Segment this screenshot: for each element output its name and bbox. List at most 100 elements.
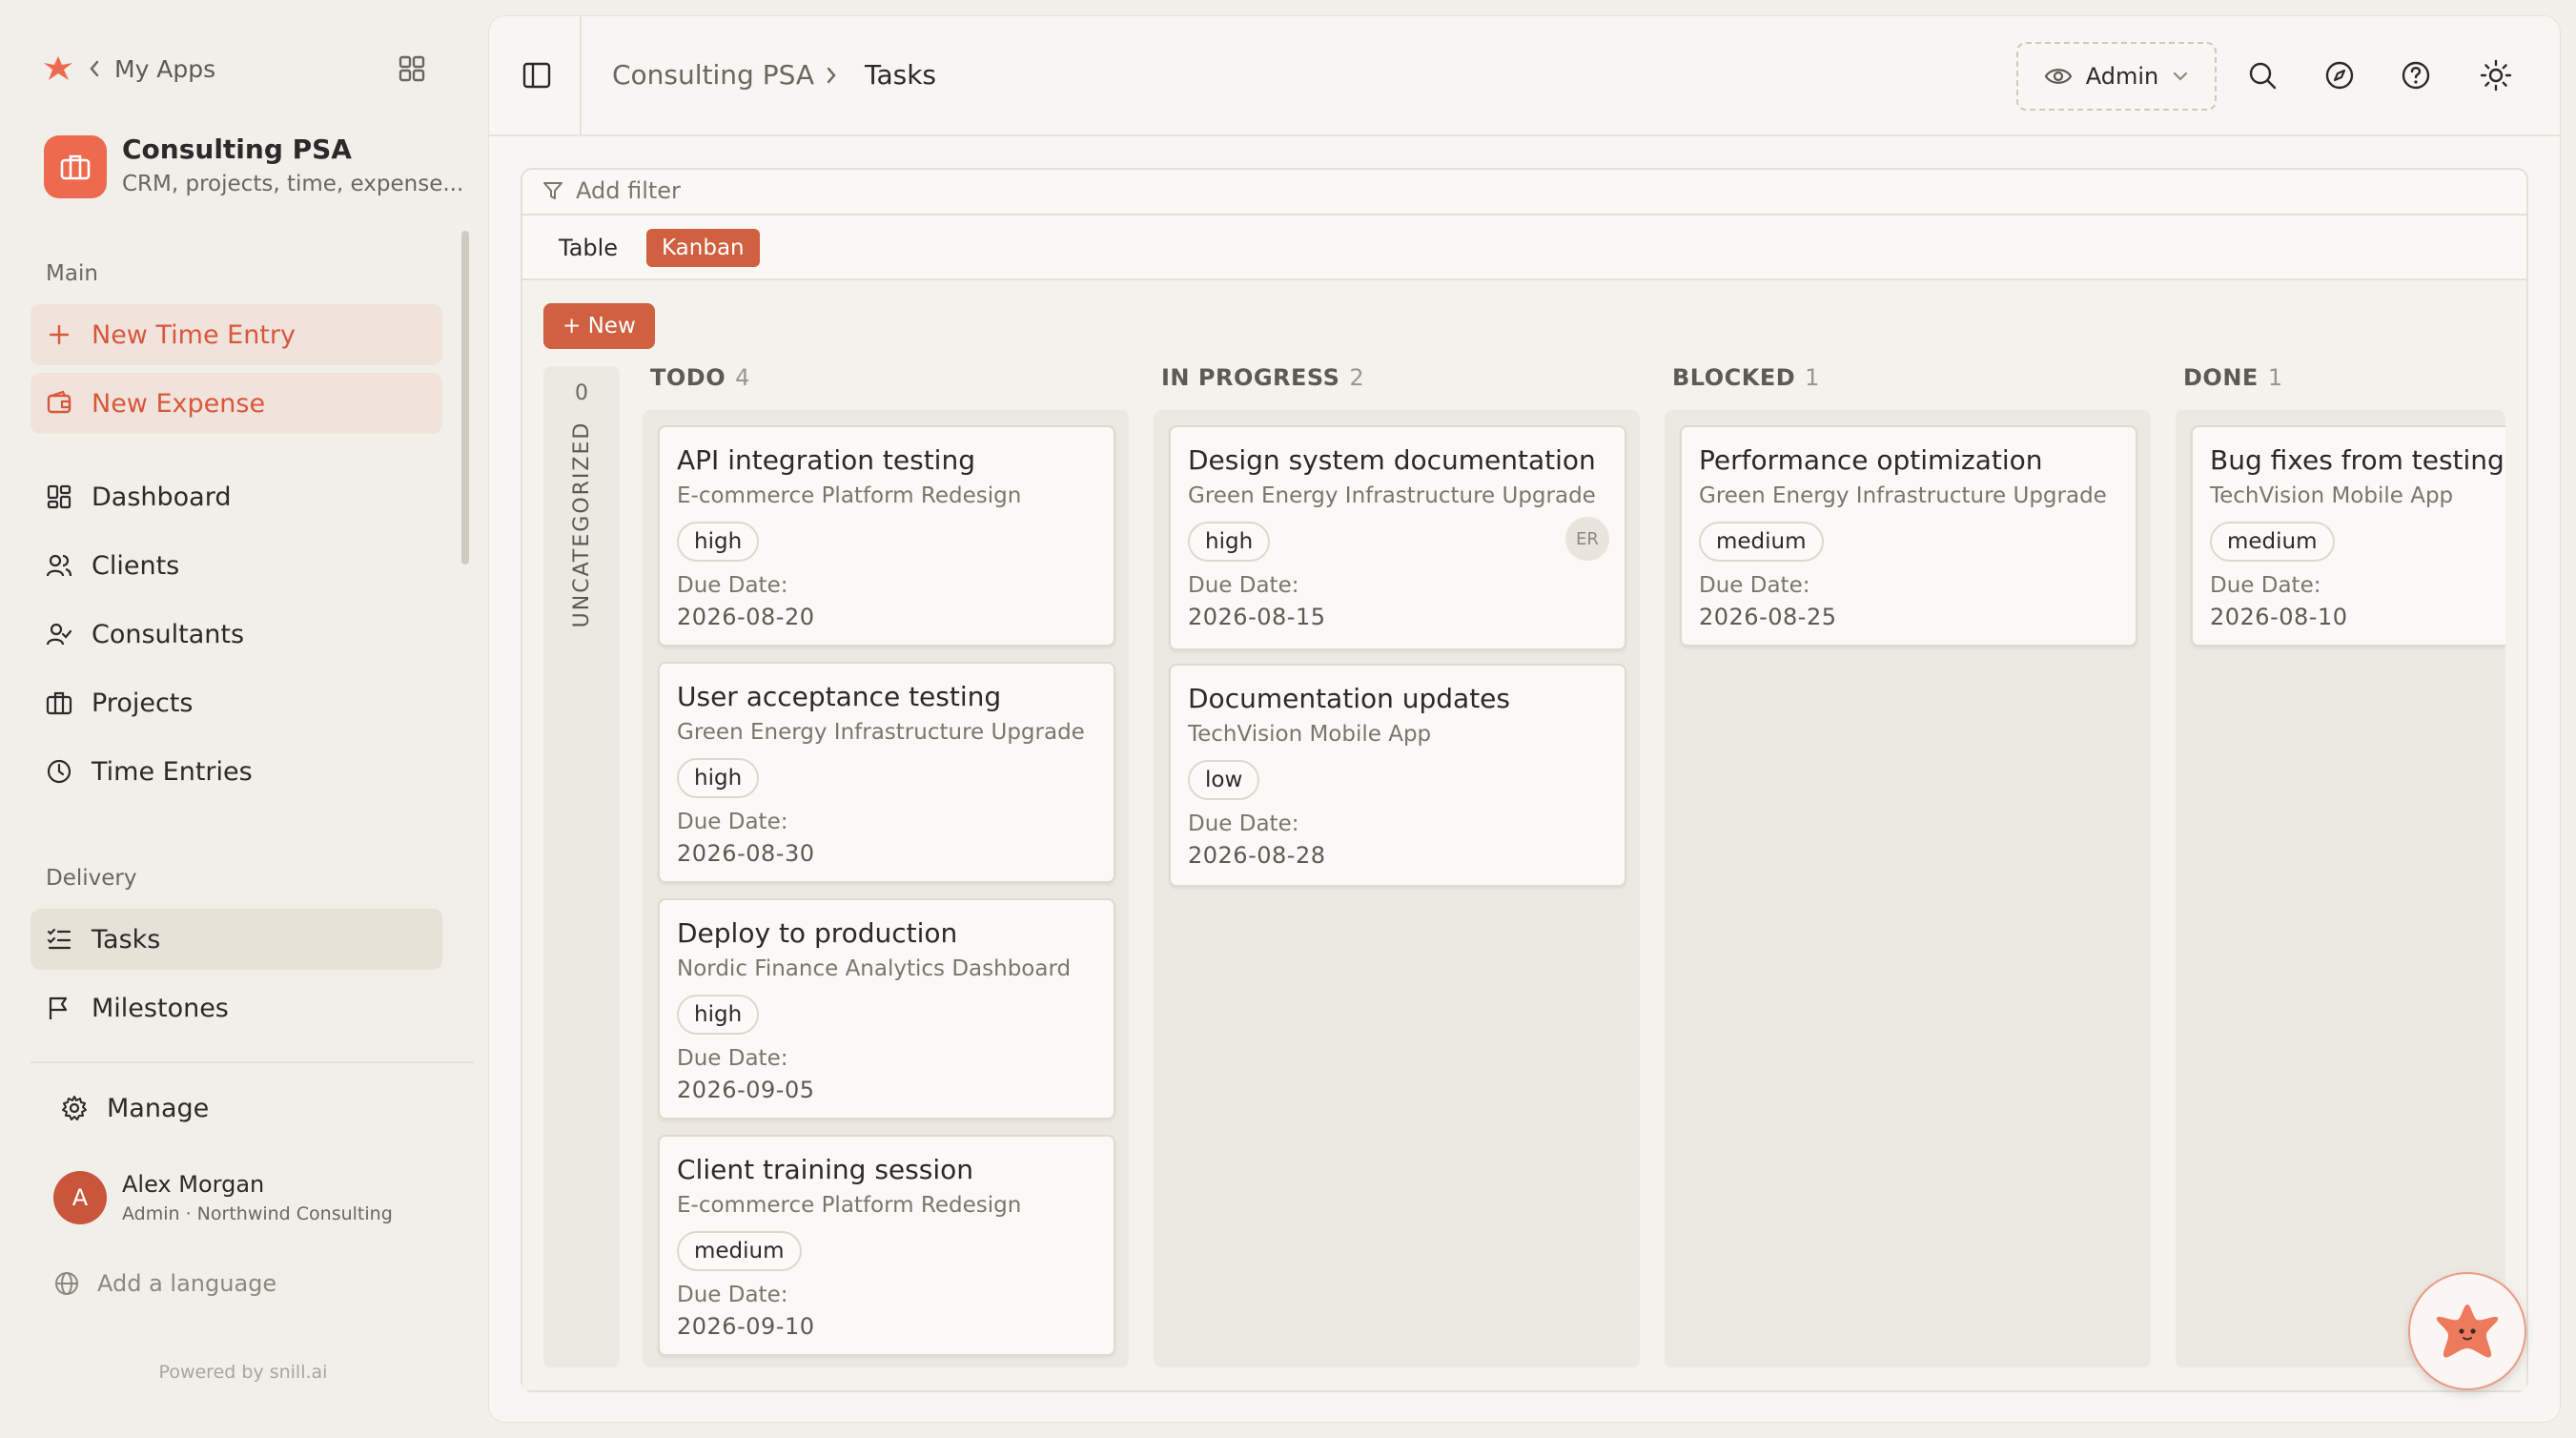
flag-icon bbox=[49, 996, 68, 1019]
eye-icon bbox=[2044, 69, 2073, 84]
assignee-avatar: ER bbox=[1565, 517, 1609, 561]
sidebar-item-clients[interactable]: Clients bbox=[31, 535, 442, 596]
add-filter-button[interactable]: Add filter bbox=[542, 177, 681, 204]
dashboard-icon bbox=[47, 484, 72, 509]
due-date-label: Due Date: bbox=[1188, 573, 1299, 598]
task-title: Bug fixes from testing bbox=[2210, 444, 2504, 476]
due-date-value: 2026-09-10 bbox=[677, 1313, 815, 1340]
column-count: 4 bbox=[735, 364, 750, 391]
nav-label: Clients bbox=[92, 550, 180, 581]
snill-assistant-icon bbox=[2436, 1304, 2499, 1358]
list-checks-icon bbox=[47, 928, 72, 950]
task-card[interactable]: Documentation updates TechVision Mobile … bbox=[1169, 664, 1626, 887]
task-card[interactable]: Design system documentation Green Energy… bbox=[1169, 425, 1626, 650]
sidebar-item-tasks[interactable]: Tasks bbox=[31, 909, 442, 970]
users-icon bbox=[46, 554, 72, 577]
task-project: E-commerce Platform Redesign bbox=[677, 1193, 1022, 1218]
search-icon[interactable] bbox=[2246, 59, 2279, 92]
nav-label: New Time Entry bbox=[92, 319, 296, 350]
topbar-separator bbox=[580, 15, 582, 135]
sidebar-item-dashboard[interactable]: Dashboard bbox=[31, 466, 442, 527]
chevron-right-icon bbox=[827, 67, 836, 84]
sidebar-item-time-entries[interactable]: Time Entries bbox=[31, 741, 442, 802]
avatar[interactable]: A bbox=[53, 1171, 107, 1224]
nav-label: New Expense bbox=[92, 388, 266, 419]
task-project: TechVision Mobile App bbox=[2210, 483, 2454, 508]
nav-label: Milestones bbox=[92, 993, 229, 1023]
breadcrumb-app[interactable]: Consulting PSA bbox=[612, 59, 814, 91]
column-count: 1 bbox=[2267, 364, 2283, 391]
filter-divider bbox=[522, 214, 2526, 216]
task-project: E-commerce Platform Redesign bbox=[677, 483, 1022, 508]
due-date-value: 2026-09-05 bbox=[677, 1077, 815, 1103]
tab-table[interactable]: Table bbox=[559, 235, 618, 261]
task-card[interactable]: Bug fixes from testing TechVision Mobile… bbox=[2191, 425, 2505, 647]
column-title: DONE bbox=[2183, 364, 2259, 391]
due-date-value: 2026-08-28 bbox=[1188, 842, 1326, 869]
task-card[interactable]: User acceptance testing Green Energy Inf… bbox=[658, 662, 1115, 883]
add-language-button[interactable]: Add a language bbox=[53, 1270, 276, 1297]
compass-icon[interactable] bbox=[2323, 59, 2356, 92]
task-project: Green Energy Infrastructure Upgrade bbox=[1188, 483, 1596, 508]
task-card[interactable]: Performance optimization Green Energy In… bbox=[1680, 425, 2137, 647]
priority-badge: medium bbox=[677, 1231, 802, 1271]
snill-logo-icon bbox=[44, 56, 72, 80]
sidebar-scrollbar[interactable] bbox=[461, 231, 469, 565]
task-title: Deploy to production bbox=[677, 917, 958, 949]
task-title: Design system documentation bbox=[1188, 444, 1596, 476]
sidebar-item-projects[interactable]: Projects bbox=[31, 672, 442, 733]
sidebar-item-consultants[interactable]: Consultants bbox=[31, 604, 442, 665]
column-title: BLOCKED bbox=[1672, 364, 1796, 391]
briefcase-icon bbox=[60, 154, 91, 180]
task-card[interactable]: API integration testing E-commerce Platf… bbox=[658, 425, 1115, 647]
add-filter-label: Add filter bbox=[576, 177, 681, 204]
gear-icon bbox=[62, 1096, 87, 1120]
role-select-value: Admin bbox=[2085, 63, 2159, 90]
sidebar: My Apps Consulting PSA CRM, projects, ti… bbox=[0, 0, 486, 1438]
priority-badge: low bbox=[1188, 760, 1260, 800]
uncategorized-label: UNCATEGORIZED bbox=[569, 421, 594, 628]
new-time-entry-button[interactable]: New Time Entry bbox=[31, 304, 442, 365]
task-title: API integration testing bbox=[677, 444, 975, 476]
column-header-in-progress: IN PROGRESS 2 bbox=[1161, 364, 1364, 391]
priority-badge: medium bbox=[1699, 522, 1824, 562]
nav-label: Tasks bbox=[92, 924, 161, 955]
due-date-value: 2026-08-20 bbox=[677, 604, 815, 630]
task-card[interactable]: Client training session E-commerce Platf… bbox=[658, 1135, 1115, 1356]
globe-icon bbox=[55, 1272, 78, 1295]
column-header-done: DONE 1 bbox=[2183, 364, 2283, 391]
powered-by: Powered by snill.ai bbox=[158, 1362, 328, 1383]
new-task-button[interactable]: + New bbox=[543, 303, 655, 349]
sidebar-toggle-icon[interactable] bbox=[521, 59, 553, 92]
user-role: Admin · Northwind Consulting bbox=[122, 1203, 393, 1224]
assistant-button[interactable] bbox=[2408, 1272, 2526, 1390]
section-label-main: Main bbox=[46, 261, 98, 286]
wallet-icon bbox=[47, 390, 72, 414]
due-date-label: Due Date: bbox=[677, 1283, 788, 1307]
task-title: User acceptance testing bbox=[677, 681, 1002, 712]
due-date-label: Due Date: bbox=[677, 810, 788, 834]
tab-kanban[interactable]: Kanban bbox=[646, 229, 760, 267]
help-icon[interactable] bbox=[2400, 59, 2432, 92]
sidebar-item-manage[interactable]: Manage bbox=[46, 1078, 442, 1139]
sun-icon[interactable] bbox=[2480, 59, 2512, 92]
back-to-apps-link[interactable]: My Apps bbox=[42, 50, 215, 88]
nav-label: Projects bbox=[92, 688, 194, 718]
topbar-divider bbox=[488, 134, 2561, 136]
due-date-value: 2026-08-10 bbox=[2210, 604, 2348, 630]
column-count: 1 bbox=[1805, 364, 1820, 391]
nav-label: Dashboard bbox=[92, 482, 232, 512]
sidebar-item-milestones[interactable]: Milestones bbox=[31, 977, 442, 1038]
new-expense-button[interactable]: New Expense bbox=[31, 373, 442, 434]
app-name: Consulting PSA bbox=[122, 134, 352, 165]
nav-label: Consultants bbox=[92, 619, 245, 649]
apps-grid-icon[interactable] bbox=[397, 53, 427, 84]
done-column-clip: Bug fixes from testing TechVision Mobile… bbox=[2177, 410, 2505, 1367]
nav-label: Time Entries bbox=[92, 756, 253, 787]
task-title: Client training session bbox=[677, 1154, 973, 1185]
section-label-delivery: Delivery bbox=[46, 866, 137, 891]
due-date-label: Due Date: bbox=[677, 1046, 788, 1071]
due-date-label: Due Date: bbox=[1188, 811, 1299, 836]
task-card[interactable]: Deploy to production Nordic Finance Anal… bbox=[658, 898, 1115, 1120]
role-select[interactable]: Admin bbox=[2016, 42, 2217, 111]
